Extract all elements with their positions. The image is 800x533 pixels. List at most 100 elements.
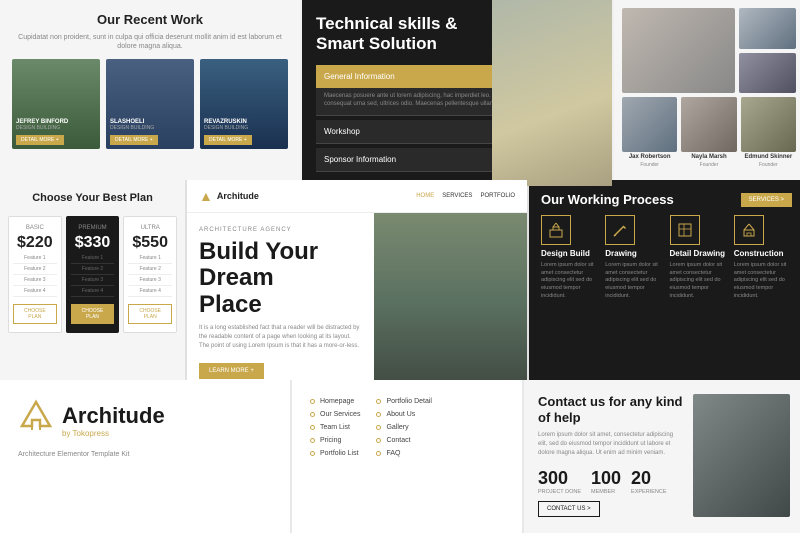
team-bottom-row: Jax Robertson Founder Nayla Marsh Founde… (622, 97, 796, 168)
drawing-icon (605, 215, 635, 245)
pricing-btn-basic[interactable]: CHOOSE PLAN (13, 304, 57, 324)
agency-body: ARCHITECTURE AGENCY Build Your Dream Pla… (187, 213, 527, 380)
pricing-feature-premium-4: Feature 4 (71, 288, 115, 297)
pricing-feature-basic-3: Feature 3 (13, 277, 57, 286)
contact-stat-members-num: 100 (591, 468, 621, 489)
team-member-1: Jax Robertson Founder (622, 97, 677, 168)
sitemap-about[interactable]: About Us (376, 411, 432, 418)
team-member-1-role: Founder (640, 162, 659, 168)
process-step-3: Detail Drawing Lorem ipsum dolor sit ame… (670, 215, 728, 300)
sitemap-dot-icon (310, 425, 315, 430)
agency-cta-button[interactable]: LEARN MORE + (199, 363, 264, 379)
agency-building-inner (374, 213, 527, 380)
contact-stat-projects: 300 PROJECT DONE (538, 468, 581, 495)
pricing-btn-premium[interactable]: CHOOSE PLAN (71, 304, 115, 324)
work-card-3-btn[interactable]: DETAIL MORE + (204, 135, 252, 145)
sitemap-faq[interactable]: FAQ (376, 450, 432, 457)
pricing-feature-basic-1: Feature 1 (13, 255, 57, 264)
pricing-feature-premium-2: Feature 2 (71, 266, 115, 275)
pricing-panel: Choose Your Best Plan BASIC $220 Feature… (0, 180, 185, 380)
process-services-button[interactable]: SERVICES > (741, 193, 792, 207)
process-step-1-title: Design Build (541, 249, 599, 258)
pricing-feature-premium-3: Feature 3 (71, 277, 115, 286)
process-step-3-title: Detail Drawing (670, 249, 728, 258)
team-member-3-role: Founder (759, 162, 778, 168)
process-step-4: Construction Lorem ipsum dolor sit amet … (734, 215, 792, 300)
sitemap-dot-icon (310, 412, 315, 417)
pricing-card-premium: PREMIUM $330 Feature 1 Feature 2 Feature… (66, 216, 120, 333)
team-member-2-role: Founder (700, 162, 719, 168)
team-member-3-img (741, 97, 796, 152)
work-card-2-label: DESIGN BUILDING (106, 125, 194, 131)
work-card-2-btn[interactable]: DETAIL MORE + (110, 135, 158, 145)
team-panel: Jax Robertson Founder Nayla Marsh Founde… (614, 0, 800, 186)
sitemap-dot-icon (310, 438, 315, 443)
work-card-3-name: Revazruskin (200, 117, 288, 125)
sitemap-portfolio-list-label: Portfolio List (320, 450, 359, 457)
nav-link-portfolio[interactable]: PORTFOLIO (480, 193, 515, 199)
nav-link-home[interactable]: HOME (416, 193, 434, 199)
main-grid: Our Recent Work Cupidatat non proident, … (0, 0, 800, 533)
contact-stat-members-label: MEMBER (591, 489, 621, 495)
process-step-2-desc: Lorem ipsum dolor sit amet consectetur a… (605, 262, 663, 300)
accordion-sponsor-label: Sponsor Information (324, 155, 396, 164)
team-member-1-name: Jax Robertson (629, 154, 671, 160)
pricing-card-ultra: ULTRA $550 Feature 1 Feature 2 Feature 3… (123, 216, 177, 333)
sitemap-portfolio-detail-label: Portfolio Detail (386, 398, 432, 405)
sitemap-faq-label: FAQ (386, 450, 400, 457)
sitemap-pricing[interactable]: Pricing (310, 437, 360, 444)
agency-desc: It is a long established fact that a rea… (199, 324, 362, 351)
sitemap-contact[interactable]: Contact (376, 437, 432, 444)
process-steps: Design Build Lorem ipsum dolor sit amet … (541, 215, 792, 300)
agency-headline: Build Your Dream Place (199, 239, 362, 318)
work-card-1-name: Jefrey Binford (12, 117, 100, 125)
brand-panel: Architude by Tokopress Architecture Elem… (0, 380, 290, 533)
sitemap-gallery[interactable]: Gallery (376, 424, 432, 431)
contact-cta-button[interactable]: CONTACT US > (538, 501, 600, 517)
sitemap-dot-icon (376, 399, 381, 404)
contact-stats: 300 PROJECT DONE 100 MEMBER 20 EXPERIENC… (538, 468, 683, 495)
brand-logo: Architude by Tokopress (18, 398, 272, 442)
brand-name-group: Architude by Tokopress (62, 403, 165, 438)
sitemap-homepage[interactable]: Homepage (310, 398, 360, 405)
sitemap-gallery-label: Gallery (386, 424, 408, 431)
work-card-2-name: Slashoeli (106, 117, 194, 125)
team-small-image-2 (739, 53, 796, 94)
recent-work-title: Our Recent Work (97, 12, 203, 27)
sitemap-portfolio-detail[interactable]: Portfolio Detail (376, 398, 432, 405)
team-member-3-name: Edmund Skinner (744, 154, 792, 160)
agency-building-image (374, 213, 527, 380)
sitemap-dot-icon (376, 425, 381, 430)
agency-logo-icon: ▲ (199, 188, 213, 204)
sitemap-portfolio-list[interactable]: Portfolio List (310, 450, 360, 457)
process-header: Our Working Process SERVICES > (541, 192, 792, 207)
sitemap-team[interactable]: Team List (310, 424, 360, 431)
contact-stat-projects-num: 300 (538, 468, 581, 489)
contact-body: Contact us for any kind of help Lorem ip… (538, 394, 790, 517)
pricing-amount-premium: $330 (75, 234, 111, 252)
pricing-plan-basic-name: BASIC (26, 225, 44, 231)
brand-logo-mark-icon (18, 398, 54, 442)
brand-desc: Architecture Elementor Template Kit (18, 450, 272, 460)
team-member-2-img (681, 97, 736, 152)
sitemap-homepage-label: Homepage (320, 398, 354, 405)
work-card-1-btn[interactable]: DETAIL MORE + (16, 135, 64, 145)
row3: Architude by Tokopress Architecture Elem… (0, 380, 800, 533)
pricing-feature-ultra-4: Feature 4 (128, 288, 172, 297)
detail-drawing-icon (670, 215, 700, 245)
sitemap-col-2: Portfolio Detail About Us Gallery Contac… (376, 398, 432, 515)
sitemap-team-label: Team List (320, 424, 350, 431)
nav-link-services[interactable]: SERVICES (442, 193, 472, 199)
team-member-1-img (622, 97, 677, 152)
pricing-feature-ultra-3: Feature 3 (128, 277, 172, 286)
process-step-3-desc: Lorem ipsum dolor sit amet consectetur a… (670, 262, 728, 300)
row1: Our Recent Work Cupidatat non proident, … (0, 0, 800, 180)
team-member-2: Nayla Marsh Founder (681, 97, 736, 168)
work-card-2: Slashoeli DESIGN BUILDING DETAIL MORE + (106, 59, 194, 149)
agency-logo-text: Architude (217, 191, 259, 201)
recent-work-subtitle: Cupidatat non proident, sunt in culpa qu… (12, 33, 288, 51)
pricing-btn-ultra[interactable]: CHOOSE PLAN (128, 304, 172, 324)
sitemap-services[interactable]: Our Services (310, 411, 360, 418)
pricing-title: Choose Your Best Plan (32, 192, 153, 204)
contact-panel: Contact us for any kind of help Lorem ip… (524, 380, 800, 533)
